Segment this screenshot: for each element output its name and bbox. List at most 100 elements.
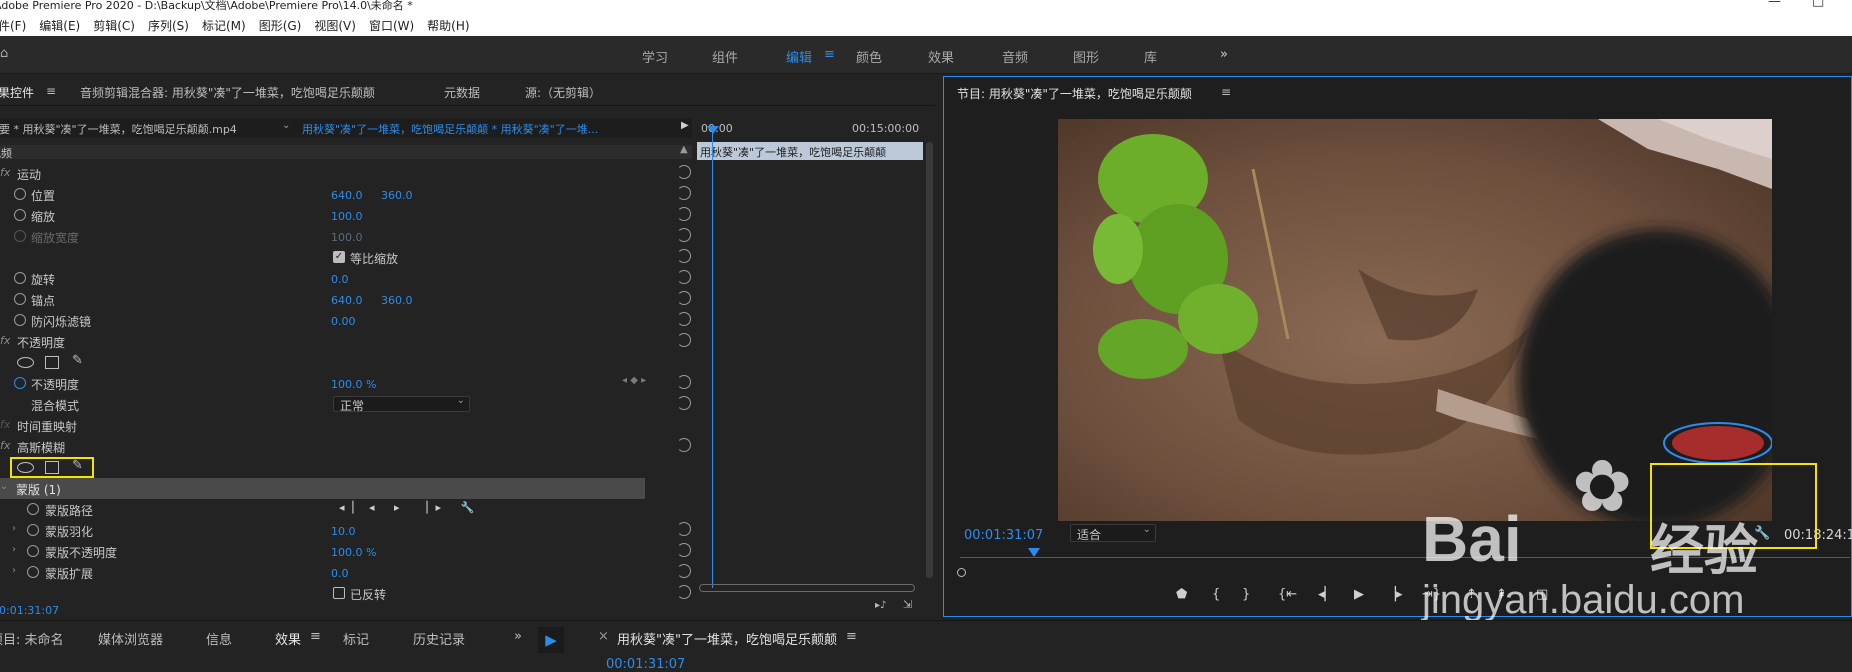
menu-window[interactable]: 窗口(W) bbox=[369, 17, 414, 34]
mask-feather-value[interactable]: 10.0 bbox=[331, 525, 356, 538]
play-only-icon[interactable]: ▶ bbox=[681, 120, 689, 131]
blend-mode-select[interactable]: 正常 ⌄ bbox=[333, 395, 470, 413]
stopwatch-icon[interactable] bbox=[27, 566, 39, 578]
horizontal-scrollbar[interactable] bbox=[699, 584, 915, 592]
pen-mask-icon[interactable]: ✎ bbox=[72, 353, 83, 368]
anchor-y-value[interactable]: 360.0 bbox=[381, 294, 413, 307]
menu-help[interactable]: 帮助(H) bbox=[427, 17, 469, 34]
menu-graphics[interactable]: 图形(G) bbox=[259, 17, 302, 34]
position-y-value[interactable]: 360.0 bbox=[381, 189, 413, 202]
stopwatch-icon[interactable] bbox=[14, 188, 26, 200]
reset-icon[interactable] bbox=[677, 207, 691, 221]
menu-edit[interactable]: 编辑(E) bbox=[39, 17, 80, 34]
workspace-learn[interactable]: 学习 bbox=[642, 47, 668, 66]
ellipse-mask-icon[interactable] bbox=[17, 462, 34, 473]
menu-clip[interactable]: 剪辑(C) bbox=[93, 17, 135, 34]
stopwatch-icon[interactable] bbox=[14, 293, 26, 305]
program-monitor-title[interactable]: 节目: 用秋葵"凑"了一堆菜，吃饱喝足乐颠颠 bbox=[957, 85, 1192, 102]
source-clip-label[interactable]: 主要 * 用秋葵"凑"了一堆菜，吃饱喝足乐颠颠.mp4 bbox=[0, 121, 237, 137]
mini-timeline-clip[interactable]: 用秋葵"凑"了一堆菜，吃饱喝足乐颠颠 bbox=[697, 142, 923, 160]
sequence-tab[interactable]: 用秋葵"凑"了一堆菜，吃饱喝足乐颠颠 bbox=[617, 629, 837, 648]
panel-menu-icon[interactable]: ≡ bbox=[846, 629, 857, 644]
reset-icon[interactable] bbox=[677, 396, 691, 410]
opacity-row[interactable]: fx 不透明度 bbox=[0, 331, 691, 352]
pen-mask-icon[interactable]: ✎ bbox=[72, 458, 83, 473]
stopwatch-icon[interactable] bbox=[27, 524, 39, 536]
workspace-editing[interactable]: 编辑 bbox=[786, 47, 812, 66]
minimize-button[interactable]: — bbox=[1768, 0, 1781, 8]
position-x-value[interactable]: 640.0 bbox=[331, 189, 363, 202]
mask-opacity-value[interactable]: 100.0 % bbox=[331, 546, 376, 559]
tab-history[interactable]: 历史记录 bbox=[413, 629, 465, 648]
filter-icon[interactable]: ▸♪ bbox=[875, 600, 886, 611]
home-icon[interactable]: ⌂ bbox=[0, 46, 8, 61]
stopwatch-icon[interactable] bbox=[27, 545, 39, 557]
anchor-x-value[interactable]: 640.0 bbox=[331, 294, 363, 307]
expand-caret-icon[interactable]: › bbox=[12, 565, 16, 576]
stopwatch-icon[interactable] bbox=[14, 314, 26, 326]
expand-caret-icon[interactable]: › bbox=[12, 544, 16, 555]
tools-select-icon[interactable]: ▶ bbox=[538, 627, 564, 653]
reset-icon[interactable] bbox=[677, 312, 691, 326]
program-playhead[interactable] bbox=[1028, 548, 1040, 557]
fit-select[interactable]: 适合 ⌄ bbox=[1070, 524, 1156, 542]
export-icon[interactable]: ⇲ bbox=[903, 598, 912, 611]
fx-badge[interactable]: fx bbox=[0, 439, 10, 452]
panel-menu-icon[interactable]: ≡ bbox=[46, 84, 56, 98]
step-back-icon[interactable]: ◂▏ bbox=[1318, 587, 1335, 602]
uniform-scale-checkbox[interactable]: ✓ bbox=[333, 251, 345, 263]
mark-in-icon[interactable]: { bbox=[1212, 587, 1220, 602]
tab-effect-controls[interactable]: 效果控件 bbox=[0, 84, 34, 101]
mask-expand-value[interactable]: 0.0 bbox=[331, 567, 349, 580]
tab-markers[interactable]: 标记 bbox=[343, 629, 369, 648]
reset-icon[interactable] bbox=[677, 522, 691, 536]
reset-icon[interactable] bbox=[677, 291, 691, 305]
rotation-value[interactable]: 0.0 bbox=[331, 273, 349, 286]
add-marker-icon[interactable]: ⬟ bbox=[1176, 587, 1187, 602]
workspace-effects[interactable]: 效果 bbox=[928, 47, 954, 66]
workspace-audio[interactable]: 音频 bbox=[1002, 47, 1028, 66]
menu-sequence[interactable]: 序列(S) bbox=[148, 17, 189, 34]
menu-file[interactable]: 文件(F) bbox=[0, 17, 26, 34]
workspace-menu-icon[interactable]: ≡ bbox=[824, 47, 835, 62]
stopwatch-icon[interactable] bbox=[14, 377, 26, 389]
time-remap-row[interactable]: fx 时间重映射 bbox=[0, 415, 690, 436]
ellipse-mask-icon[interactable] bbox=[17, 357, 34, 368]
rectangle-mask-icon[interactable] bbox=[45, 461, 59, 474]
menu-view[interactable]: 视图(V) bbox=[314, 17, 356, 34]
reset-icon[interactable] bbox=[677, 438, 691, 452]
sequence-timecode[interactable]: 00:01:31:07 bbox=[606, 657, 685, 672]
reset-icon[interactable] bbox=[677, 228, 691, 242]
vertical-scrollbar[interactable] bbox=[926, 142, 933, 578]
collapse-icon[interactable]: ▲ bbox=[680, 144, 688, 155]
tab-info[interactable]: 信息 bbox=[206, 629, 232, 648]
reset-icon[interactable] bbox=[677, 333, 691, 347]
reset-icon[interactable] bbox=[677, 249, 691, 263]
go-to-in-icon[interactable]: {⇤ bbox=[1278, 587, 1297, 602]
mask-track-controls[interactable]: ◂▏◂ ▸ ▕▸ 🔧 bbox=[339, 501, 482, 514]
overflow-icon[interactable]: » bbox=[514, 629, 522, 644]
tab-media-browser[interactable]: 媒体浏览器 bbox=[98, 629, 163, 648]
inverted-checkbox[interactable] bbox=[333, 587, 345, 599]
sequence-clip-label[interactable]: 用秋葵"凑"了一堆菜，吃饱喝足乐颠颠 * 用秋葵"凑"了一堆... bbox=[302, 121, 598, 137]
playhead-marker[interactable] bbox=[707, 126, 719, 134]
reset-icon[interactable] bbox=[677, 543, 691, 557]
reset-icon[interactable] bbox=[677, 270, 691, 284]
rectangle-mask-icon[interactable] bbox=[45, 356, 59, 369]
scale-value[interactable]: 100.0 bbox=[331, 210, 363, 223]
panel-menu-icon[interactable]: ≡ bbox=[310, 629, 321, 644]
tab-effects[interactable]: 效果 bbox=[275, 629, 301, 648]
workspace-overflow-icon[interactable]: » bbox=[1220, 47, 1228, 62]
reset-icon[interactable] bbox=[677, 186, 691, 200]
stopwatch-icon[interactable] bbox=[27, 503, 39, 515]
tab-source[interactable]: 源:（无剪辑） bbox=[525, 84, 601, 101]
fx-badge[interactable]: fx bbox=[0, 166, 10, 179]
workspace-assembly[interactable]: 组件 bbox=[712, 47, 738, 66]
panel-menu-icon[interactable]: ≡ bbox=[1221, 85, 1231, 99]
workspace-libraries[interactable]: 库 bbox=[1144, 47, 1157, 66]
step-forward-icon[interactable]: ▕▸ bbox=[1386, 587, 1403, 602]
maximize-button[interactable]: □ bbox=[1812, 0, 1824, 8]
workspace-graphics[interactable]: 图形 bbox=[1073, 47, 1099, 66]
play-icon[interactable]: ▶ bbox=[1354, 587, 1364, 602]
tab-metadata[interactable]: 元数据 bbox=[444, 84, 480, 101]
